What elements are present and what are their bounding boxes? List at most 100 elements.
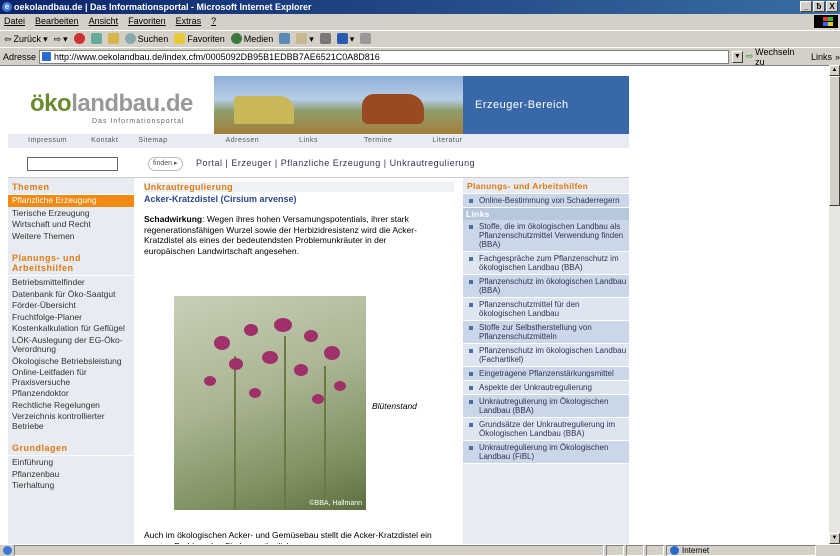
menu-ansicht[interactable]: Ansicht [89,14,119,29]
nav-adressen[interactable]: Adressen [226,134,260,148]
flower [249,388,261,398]
nav-links[interactable]: Links [299,134,318,148]
link-selbstherstellung[interactable]: Stoffe zur Selbstherstellung von Pflanze… [463,321,629,344]
discuss-button[interactable] [360,31,372,46]
sidebar-item-betriebsmittelfinder[interactable]: Betriebsmittelfinder [8,277,134,288]
media-button[interactable]: Medien [230,31,274,46]
nav-kontakt[interactable]: Kontakt [91,134,118,148]
stop-button[interactable] [73,31,85,46]
link-online-bestimmung[interactable]: Online-Bestimmung von Schaderregern [463,194,629,208]
sidebar-item-kostenkalkulation[interactable]: Kostenkalkulation für Geflügel [8,323,134,334]
link-unkrautregulierung-fibl[interactable]: Unkrautregulierung im Ökologischen Landb… [463,441,629,464]
link-unkrautregulierung-bba[interactable]: Unkrautregulierung im Ökologischen Landb… [463,395,629,418]
address-label: Adresse [3,51,37,62]
title-bar: e oekolandbau.de | Das Informationsporta… [0,0,840,14]
toolbar: ⇦ Zurück ▾ ⇨ ▾ Suchen Favoriten Medien ▾ … [0,30,840,46]
refresh-button[interactable] [90,31,102,46]
sidebar-item-pflanzliche-erzeugung[interactable]: Pflanzliche Erzeugung [8,195,134,207]
link-pflanzenschutzmittel[interactable]: Pflanzenschutzmittel für den ökologische… [463,298,629,321]
logo-ko: ko [44,90,72,117]
history-button[interactable] [279,31,291,46]
maximize-button[interactable]: ƀ [813,1,825,12]
top-navigation: Impressum Kontakt Sitemap Adressen Links… [8,134,629,148]
minimize-button[interactable]: _ [800,1,812,12]
flower [262,351,278,364]
mail-button[interactable]: ▾ [296,31,314,46]
link-fachgespraeche[interactable]: Fachgespräche zum Pflanzenschutz im ökol… [463,252,629,275]
nav-termine[interactable]: Termine [364,134,392,148]
window-title: oekolandbau.de | Das Informationsportal … [14,2,312,12]
sidebar-item-foerder[interactable]: Förder-Übersicht [8,300,134,311]
sidebar-item-saatgut[interactable]: Datenbank für Öko-Saatgut [8,289,134,300]
forward-arrow-icon: ⇨ [53,33,62,44]
go-label: Wechseln zu [755,46,795,67]
sidebar-item-tierische-erzeugung[interactable]: Tierische Erzeugung [8,208,134,219]
favorites-star-icon [174,33,186,44]
sidebar-item-betriebsleistung[interactable]: Ökologische Betriebsleistung [8,356,134,367]
planungs-heading: Planungs- und Arbeitshilfen [8,249,134,276]
sidebar-item-tierhaltung[interactable]: Tierhaltung [8,480,134,491]
search-icon [124,33,136,44]
left-sidebar: Themen Pflanzliche Erzeugung Tierische E… [8,178,134,544]
link-fachartikel[interactable]: Pflanzenschutz im ökologischen Landbau (… [463,344,629,367]
menu-favoriten[interactable]: Favoriten [128,14,166,29]
nav-literatur[interactable]: Literatur [432,134,462,148]
link-grundsaetze[interactable]: Grundsätze der Unkrautregulierung im Öko… [463,418,629,441]
link-pflanzenstaerkungsmittel[interactable]: Eingetragene Pflanzenstärkungsmittel [463,367,629,381]
flower [312,394,324,404]
find-button[interactable]: finden ▸ [148,157,183,171]
links-chevron-icon[interactable]: » [835,52,840,62]
sidebar-item-weitere-themen[interactable]: Weitere Themen [8,231,134,242]
links-heading: Links [463,208,629,220]
go-button[interactable]: ⇨ Wechseln zu [746,47,804,67]
themen-heading: Themen [8,178,134,195]
zone-cell: Internet [666,545,816,556]
forward-button[interactable]: ⇨ ▾ [54,31,68,46]
menu-extras[interactable]: Extras [176,14,202,29]
home-button[interactable] [107,31,119,46]
scroll-down-button[interactable]: ▼ [829,533,840,544]
sidebar-item-einfuehrung[interactable]: Einführung [8,457,134,468]
menu-bearbeiten[interactable]: Bearbeiten [35,14,79,29]
refresh-icon [90,33,102,44]
nav-sitemap[interactable]: Sitemap [138,134,167,148]
cow-shape [362,94,424,124]
site-logo[interactable]: ökolandbau.de Das Informationsportal [8,76,214,134]
scroll-thumb[interactable] [829,76,840,206]
word-button[interactable]: ▾ [336,31,354,46]
nav-impressum[interactable]: Impressum [28,134,67,148]
scroll-up-button[interactable]: ▲ [829,65,840,76]
status-cell [626,545,644,556]
sidebar-item-pflanzendoktor[interactable]: Pflanzendoktor [8,388,134,399]
lead-paragraph: Schadwirkung: Wegen ihres hohen Versamun… [144,214,434,256]
menu-bar: Datei Bearbeiten Ansicht Favoriten Extra… [0,14,840,29]
planungs-heading-line1: Planungs- und [12,253,81,263]
flower [324,346,340,360]
sidebar-item-loek[interactable]: LÖK-Auslegung der EG-Öko-Verordnung [8,335,134,355]
links-button[interactable]: Links [811,52,832,62]
sidebar-item-regelungen[interactable]: Rechtliche Regelungen [8,400,134,411]
menu-datei[interactable]: Datei [4,14,25,29]
address-dropdown-button[interactable]: ▼ [732,50,743,63]
favorites-button[interactable]: Favoriten [174,31,225,46]
media-label: Medien [243,33,274,44]
link-stoffe-verwendung[interactable]: Stoffe, die im ökologischen Landbau als … [463,220,629,252]
back-button[interactable]: ⇦ Zurück ▾ [4,31,48,46]
sidebar-item-pflanzenbau[interactable]: Pflanzenbau [8,469,134,480]
close-button[interactable]: X [826,1,838,12]
search-button[interactable]: Suchen [124,31,168,46]
link-aspekte[interactable]: Aspekte der Unkrautregulierung [463,381,629,395]
favorites-label: Favoriten [187,33,225,44]
link-pflanzenschutz-bba[interactable]: Pflanzenschutz im ökologischen Landbau (… [463,275,629,298]
breadcrumb[interactable]: Portal | Erzeuger | Pflanzliche Erzeugun… [196,148,475,178]
site-search-input[interactable] [27,157,118,171]
print-button[interactable] [319,31,331,46]
sidebar-item-leitfaden[interactable]: Online-Leitfaden für Praxisversuche [8,367,134,387]
menu-help[interactable]: ? [211,14,216,29]
sidebar-item-fruchtfolge[interactable]: Fruchtfolge-Planer [8,312,134,323]
sidebar-item-wirtschaft-recht[interactable]: Wirtschaft und Recht [8,219,134,230]
photo-credit: ©BBA, Hallmann [309,500,362,507]
address-input[interactable]: http://www.oekolandbau.de/index.cfm/0005… [39,49,729,64]
sidebar-item-verzeichnis[interactable]: Verzeichnis kontrollierter Betriebe [8,411,134,431]
vertical-scrollbar[interactable]: ▲ ▼ [829,65,840,544]
